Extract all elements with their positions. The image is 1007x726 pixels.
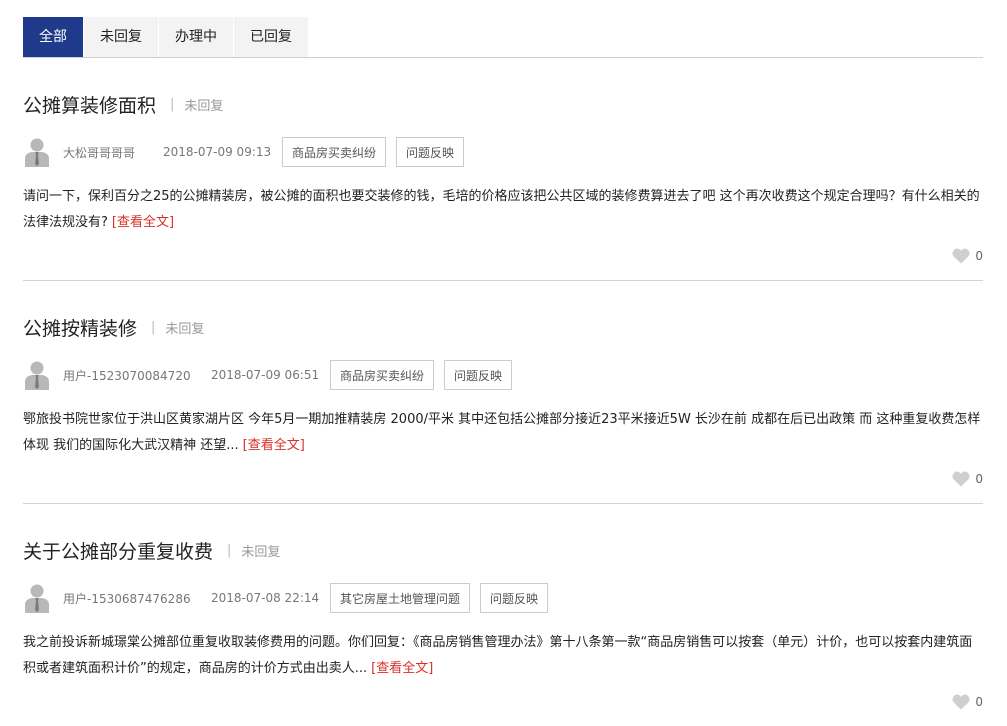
tag-category[interactable]: 其它房屋土地管理问题 [330,583,471,613]
title-divider: | [151,320,156,335]
post-excerpt: 我之前投诉新城璟棠公摊部位重复收取装修费用的问题。你们回复：《商品房销售管理办法… [23,630,983,682]
post-item: 公摊算装修面积 | 未回复 大松哥哥哥哥 2018-07-09 09:13 商品… [23,58,983,281]
post-date: 2018-07-09 06:51 [211,368,320,382]
post-excerpt: 鄂旅投书院世家位于洪山区黄家湖片区 今年5月一期加推精装房 2000/平米 其中… [23,407,983,459]
post-meta: 大松哥哥哥哥 2018-07-09 09:13 商品房买卖纠纷 问题反映 [23,136,474,168]
like-count: 0 [975,249,983,263]
like-button[interactable]: 0 [952,248,983,264]
read-more-link[interactable]: [查看全文] [371,661,433,676]
heart-icon [952,694,970,710]
post-header: 公摊算装修面积 | 未回复 [23,91,223,118]
heart-icon [952,248,970,264]
post-author[interactable]: 用户-1530687476286 [63,590,211,607]
post-item: 关于公摊部分重复收费 | 未回复 用户-1530687476286 2018-0… [23,504,983,726]
post-header: 关于公摊部分重复收费 | 未回复 [23,537,280,564]
tag-type[interactable]: 问题反映 [444,360,513,390]
tag-type[interactable]: 问题反映 [396,137,465,167]
post-status: 未回复 [184,99,224,114]
like-button[interactable]: 0 [952,694,983,710]
read-more-link[interactable]: [查看全文] [243,438,305,453]
post-excerpt-text: 我之前投诉新城璟棠公摊部位重复收取装修费用的问题。你们回复：《商品房销售管理办法… [23,635,973,676]
post-title[interactable]: 公摊算装修面积 [23,91,156,118]
like-button[interactable]: 0 [952,471,983,487]
post-status: 未回复 [241,545,281,560]
like-count: 0 [975,472,983,486]
post-status: 未回复 [165,322,205,337]
read-more-link[interactable]: [查看全文] [112,215,174,230]
post-meta: 用户-1523070084720 2018-07-09 06:51 商品房买卖纠… [23,359,522,391]
tab-replied[interactable]: 已回复 [234,17,308,57]
post-item: 公摊按精装修 | 未回复 用户-1523070084720 2018-07-09… [23,281,983,504]
post-date: 2018-07-09 09:13 [163,145,272,159]
user-silhouette-icon[interactable] [23,583,51,613]
user-silhouette-icon[interactable] [23,137,51,167]
tab-all[interactable]: 全部 [23,17,83,57]
post-author[interactable]: 用户-1523070084720 [63,367,211,384]
post-meta: 用户-1530687476286 2018-07-08 22:14 其它房屋土地… [23,582,558,614]
post-excerpt-text: 鄂旅投书院世家位于洪山区黄家湖片区 今年5月一期加推精装房 2000/平米 其中… [23,412,981,453]
filter-tabs: 全部 未回复 办理中 已回复 [23,17,983,58]
heart-icon [952,471,970,487]
tag-category[interactable]: 商品房买卖纠纷 [282,137,387,167]
post-header: 公摊按精装修 | 未回复 [23,314,204,341]
post-date: 2018-07-08 22:14 [211,591,320,605]
title-divider: | [227,543,232,558]
post-excerpt: 请问一下，保利百分之25的公摊精装房，被公摊的面积也要交装修的钱，毛培的价格应该… [23,184,983,236]
post-title[interactable]: 关于公摊部分重复收费 [23,537,213,564]
post-author[interactable]: 大松哥哥哥哥 [63,144,163,161]
tag-type[interactable]: 问题反映 [480,583,549,613]
tag-category[interactable]: 商品房买卖纠纷 [330,360,435,390]
like-count: 0 [975,695,983,709]
title-divider: | [170,97,175,112]
post-title[interactable]: 公摊按精装修 [23,314,137,341]
tab-unreplied[interactable]: 未回复 [84,17,158,57]
tab-processing[interactable]: 办理中 [159,17,233,57]
page-container: 全部 未回复 办理中 已回复 公摊算装修面积 | 未回复 大松哥哥哥哥 2018… [23,17,983,726]
user-silhouette-icon[interactable] [23,360,51,390]
